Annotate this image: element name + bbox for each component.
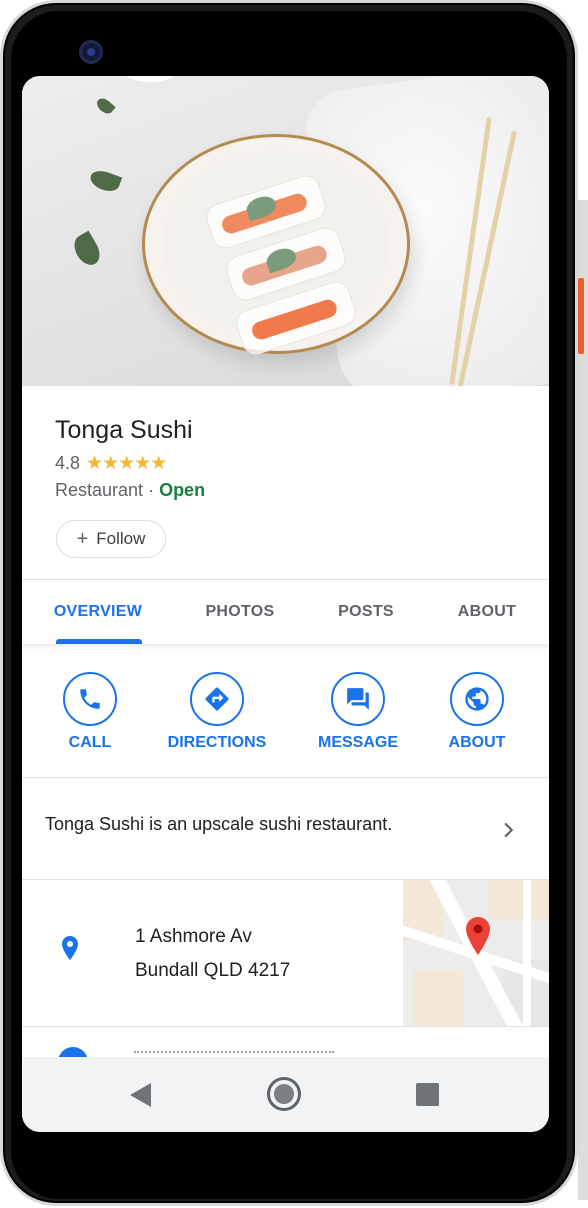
map-pin-icon [466, 917, 490, 955]
tab-photos[interactable]: PHOTOS [192, 580, 288, 644]
map-thumbnail[interactable] [403, 880, 549, 1026]
rating-row: 4.8 ★★★★★ [55, 451, 167, 475]
open-status: Open [159, 480, 206, 500]
directions-label: DIRECTIONS [167, 734, 267, 751]
power-button [578, 278, 584, 354]
directions-circle [190, 672, 244, 726]
directions-icon [205, 687, 229, 711]
herb-leaf [94, 95, 116, 117]
location-pin-icon [62, 936, 78, 960]
call-label: CALL [68, 734, 112, 751]
rating-stars: ★★★★★ [86, 452, 167, 474]
address-line-2: Bundall QLD 4217 [135, 960, 291, 981]
business-description: Tonga Sushi is an upscale sushi restaura… [45, 814, 393, 834]
tab-posts[interactable]: POSTS [322, 580, 410, 644]
map-block [413, 970, 463, 1026]
about-button[interactable]: ABOUT [417, 672, 537, 754]
address-line-1: 1 Ashmore Av [135, 926, 252, 947]
recents-square-icon[interactable] [416, 1083, 439, 1106]
back-triangle-icon[interactable] [129, 1082, 153, 1108]
follow-label: Follow [96, 529, 146, 548]
system-navigation-bar [22, 1057, 549, 1132]
message-button[interactable]: MESSAGE [298, 672, 418, 754]
bowl-edge [122, 76, 178, 84]
front-camera-icon [79, 40, 103, 64]
chevron-right-icon [504, 822, 514, 838]
active-tab-indicator [56, 639, 142, 644]
address-row[interactable]: 1 Ashmore Av Bundall QLD 4217 [22, 880, 549, 1026]
message-label: MESSAGE [317, 734, 398, 751]
call-button[interactable]: CALL [30, 672, 150, 754]
rating-value: 4.8 [55, 452, 81, 473]
plate [142, 134, 410, 359]
directions-button[interactable]: DIRECTIONS [157, 672, 277, 754]
follow-button[interactable]: + Follow [56, 520, 166, 558]
plus-icon: + [76, 528, 89, 550]
tab-about[interactable]: ABOUT [444, 580, 530, 644]
call-circle [63, 672, 117, 726]
message-icon [347, 688, 369, 710]
about-label: ABOUT [448, 734, 506, 751]
map-road [523, 880, 531, 1026]
phone-icon [80, 689, 100, 709]
map-block [489, 880, 549, 920]
herb-leaf [69, 230, 105, 270]
category-row: Restaurant · Open [55, 480, 205, 501]
home-circle-icon[interactable] [267, 1077, 301, 1111]
category-separator: · [143, 480, 160, 500]
globe-icon [465, 687, 489, 711]
description-row[interactable]: Tonga Sushi is an upscale sushi restaura… [22, 778, 549, 878]
tab-overview[interactable]: OVERVIEW [52, 580, 144, 644]
phone-screen: Tonga Sushi 4.8 ★★★★★ Restaurant · Open … [22, 76, 549, 1132]
business-name: Tonga Sushi [55, 416, 193, 444]
message-circle [331, 672, 385, 726]
herb-leaf [87, 167, 123, 195]
about-circle [450, 672, 504, 726]
tab-bar: OVERVIEW PHOTOS POSTS ABOUT [22, 580, 549, 644]
business-photo[interactable] [22, 76, 549, 386]
business-category: Restaurant [55, 480, 144, 500]
